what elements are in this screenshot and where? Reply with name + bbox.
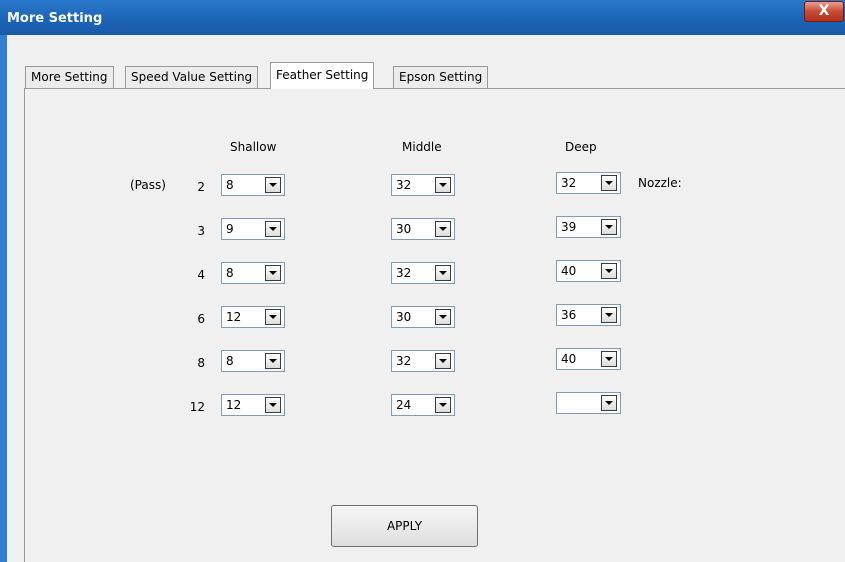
- pass-label: (Pass): [130, 178, 166, 192]
- shallow-select[interactable]: 8: [221, 174, 285, 196]
- deep-select[interactable]: [556, 392, 621, 414]
- middle-select[interactable]: 32: [391, 350, 455, 372]
- column-header-deep: Deep: [565, 140, 597, 154]
- middle-select[interactable]: 30: [391, 218, 455, 240]
- deep-select[interactable]: 36: [556, 304, 621, 326]
- chevron-down-icon[interactable]: [265, 397, 281, 413]
- selected-value: 8: [226, 354, 234, 368]
- pass-value: 8: [197, 356, 205, 370]
- shallow-select[interactable]: 8: [221, 350, 285, 372]
- chevron-down-icon[interactable]: [601, 307, 617, 323]
- column-header-middle: Middle: [402, 140, 442, 154]
- chevron-down-icon[interactable]: [265, 221, 281, 237]
- selected-value: 12: [226, 398, 242, 412]
- middle-select[interactable]: 30: [391, 306, 455, 328]
- chevron-down-icon[interactable]: [435, 397, 451, 413]
- pass-value: 2: [197, 180, 205, 194]
- chevron-down-icon[interactable]: [435, 265, 451, 281]
- selected-value: 24: [396, 398, 412, 412]
- selected-value: 32: [561, 176, 577, 190]
- chevron-down-icon[interactable]: [265, 309, 281, 325]
- chevron-down-icon[interactable]: [435, 309, 451, 325]
- pass-value: 6: [197, 312, 205, 326]
- shallow-select[interactable]: 9: [221, 218, 285, 240]
- deep-select[interactable]: 40: [556, 260, 621, 282]
- selected-value: 12: [226, 310, 242, 324]
- chevron-down-icon[interactable]: [601, 219, 617, 235]
- middle-select[interactable]: 24: [391, 394, 455, 416]
- chevron-down-icon[interactable]: [265, 353, 281, 369]
- apply-label: APPLY: [386, 519, 423, 533]
- chevron-down-icon[interactable]: [601, 263, 617, 279]
- selected-value: 32: [396, 178, 412, 192]
- chevron-down-icon[interactable]: [435, 353, 451, 369]
- selected-value: 32: [396, 266, 412, 280]
- column-header-shallow: Shallow: [230, 140, 277, 154]
- selected-value: 8: [226, 266, 234, 280]
- chevron-down-icon[interactable]: [601, 395, 617, 411]
- selected-value: 40: [561, 264, 577, 278]
- selected-value: 30: [396, 222, 412, 236]
- selected-value: 32: [396, 354, 412, 368]
- shallow-select[interactable]: 12: [221, 394, 285, 416]
- pass-value: 12: [189, 400, 205, 414]
- deep-select[interactable]: 32: [556, 172, 621, 194]
- pass-value: 4: [197, 268, 205, 282]
- selected-value: 39: [561, 220, 577, 234]
- selected-value: 9: [226, 222, 234, 236]
- chevron-down-icon[interactable]: [265, 265, 281, 281]
- chevron-down-icon[interactable]: [435, 177, 451, 193]
- chevron-down-icon[interactable]: [601, 351, 617, 367]
- selected-value: 36: [561, 308, 577, 322]
- shallow-select[interactable]: 12: [221, 306, 285, 328]
- apply-button[interactable]: APPLY: [331, 505, 478, 547]
- chevron-down-icon[interactable]: [601, 175, 617, 191]
- selected-value: 8: [226, 178, 234, 192]
- more-setting-dialog: More Setting X More Setting Speed Value …: [0, 0, 845, 562]
- selected-value: 40: [561, 352, 577, 366]
- middle-select[interactable]: 32: [391, 262, 455, 284]
- deep-select[interactable]: 39: [556, 216, 621, 238]
- middle-select[interactable]: 32: [391, 174, 455, 196]
- chevron-down-icon[interactable]: [265, 177, 281, 193]
- deep-select[interactable]: 40: [556, 348, 621, 370]
- shallow-select[interactable]: 8: [221, 262, 285, 284]
- nozzle-label: Nozzle:: [638, 176, 682, 190]
- pass-value: 3: [197, 224, 205, 238]
- chevron-down-icon[interactable]: [435, 221, 451, 237]
- selected-value: 30: [396, 310, 412, 324]
